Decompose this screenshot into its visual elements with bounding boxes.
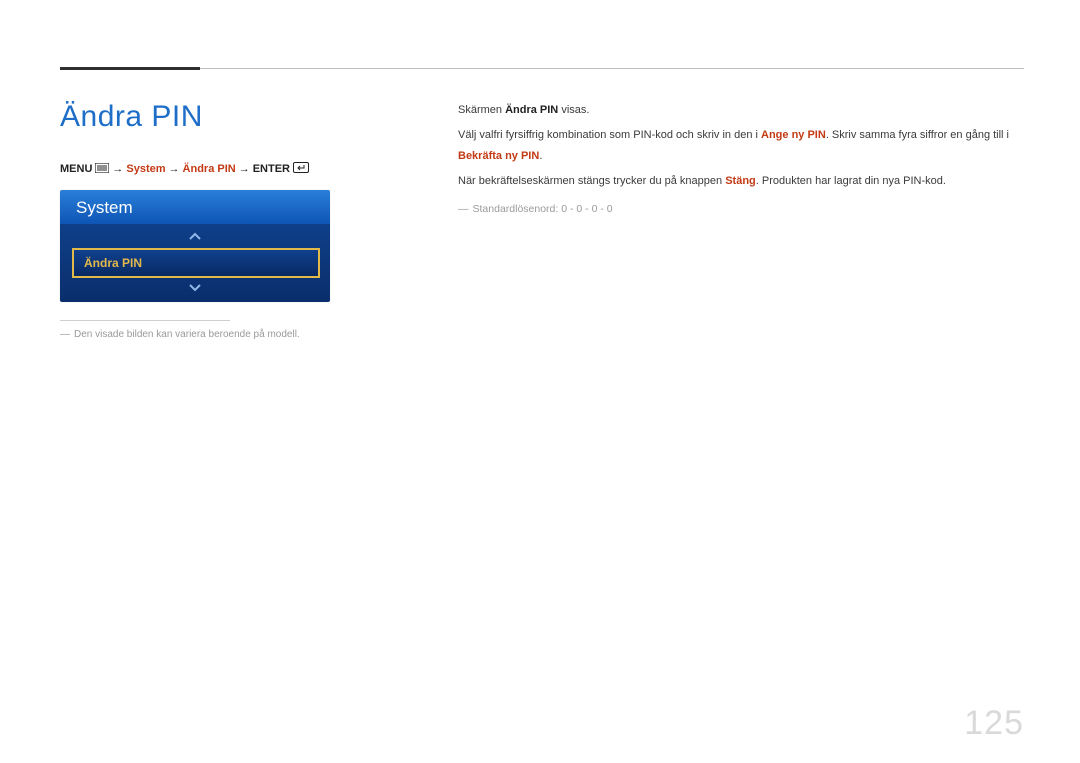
subnote-text: Standardlösenord: 0 - 0 - 0 - 0 — [473, 203, 613, 215]
text-fragment: Välj valfri fyrsiffrig kombination som P… — [458, 129, 761, 141]
text-fragment: . Skriv samma fyra siffror en gång till … — [826, 129, 1009, 141]
enter-icon — [293, 162, 309, 176]
top-accent-bar — [60, 67, 200, 70]
right-column: Skärmen Ändra PIN visas. Välj valfri fyr… — [440, 100, 1024, 723]
menu-icon — [95, 163, 109, 176]
content-columns: Ändra PIN MENU → System → Ändra PIN → EN… — [60, 100, 1024, 723]
breadcrumb-arrow-1: → — [112, 163, 123, 175]
breadcrumb-nav-system: System — [126, 163, 165, 175]
breadcrumb-nav-change-pin: Ändra PIN — [183, 163, 236, 175]
highlight-confirm-new-pin: Bekräfta ny PIN — [458, 150, 539, 162]
text-fragment: visas. — [558, 104, 589, 116]
breadcrumb-enter-label: ENTER — [253, 163, 290, 175]
body-line-3: När bekräftelseskärmen stängs trycker du… — [458, 171, 1024, 192]
page-number: 125 — [964, 704, 1024, 743]
default-password-note: ― Standardlösenord: 0 - 0 - 0 - 0 — [458, 200, 1024, 220]
footnote-dash-icon: ― — [60, 329, 70, 340]
top-divider — [60, 68, 1024, 69]
osd-header: System — [60, 190, 330, 224]
body-line-2: Välj valfri fyrsiffrig kombination som P… — [458, 125, 1024, 167]
left-footnote: ― Den visade bilden kan variera beroende … — [60, 329, 422, 340]
left-footnote-text: Den visade bilden kan variera beroende p… — [74, 329, 300, 340]
text-fragment: . — [539, 150, 542, 162]
highlight-change-pin: Ändra PIN — [505, 104, 558, 116]
highlight-enter-new-pin: Ange ny PIN — [761, 129, 826, 141]
chevron-up-icon[interactable] — [72, 230, 318, 244]
breadcrumb-menu-label: MENU — [60, 163, 92, 175]
text-fragment: När bekräftelseskärmen stängs trycker du… — [458, 175, 725, 187]
breadcrumb-arrow-2: → — [169, 163, 180, 175]
body-line-1: Skärmen Ändra PIN visas. — [458, 100, 1024, 121]
text-fragment: . Produkten har lagrat din nya PIN-kod. — [756, 175, 946, 187]
breadcrumb-arrow-3: → — [239, 163, 250, 175]
page: Ändra PIN MENU → System → Ändra PIN → EN… — [0, 0, 1080, 763]
osd-body: Ändra PIN — [60, 224, 330, 302]
chevron-down-icon[interactable] — [72, 282, 318, 296]
subnote-dash-icon: ― — [458, 203, 469, 215]
osd-item-change-pin[interactable]: Ändra PIN — [72, 248, 320, 278]
osd-panel: System Ändra PIN — [60, 190, 330, 302]
left-column: Ändra PIN MENU → System → Ändra PIN → EN… — [60, 100, 440, 723]
text-fragment: Skärmen — [458, 104, 505, 116]
breadcrumb: MENU → System → Ändra PIN → ENTER — [60, 162, 422, 176]
left-divider — [60, 320, 230, 321]
page-title: Ändra PIN — [60, 100, 422, 134]
highlight-close: Stäng — [725, 175, 756, 187]
